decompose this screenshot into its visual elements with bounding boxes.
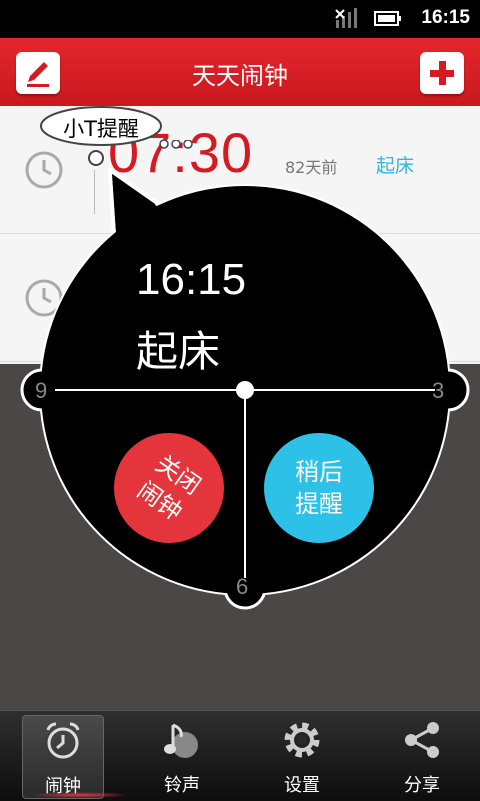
- tab-share-label: 分享: [404, 775, 440, 796]
- dial-number-9: 9: [35, 378, 48, 403]
- tab-share[interactable]: 分享: [382, 715, 462, 797]
- tab-ringtone[interactable]: 铃声: [142, 715, 222, 797]
- dial-number-3: 3: [432, 378, 445, 403]
- close-alarm-button[interactable]: 关闭 闹钟: [114, 433, 224, 543]
- tab-settings[interactable]: 设置: [262, 715, 342, 797]
- bubble-text: 小T提醒: [63, 117, 139, 141]
- tab-ringtone-label: 铃声: [164, 775, 200, 796]
- dial-number-6: 6: [236, 574, 249, 599]
- popup-time: 16:15: [136, 255, 247, 304]
- snooze-label: 稍后 提醒: [295, 458, 343, 518]
- tab-bar: 闹钟 铃声 设置 分享: [0, 710, 480, 801]
- close-alarm-label: 关闭 闹钟: [132, 449, 206, 527]
- share-icon: [405, 722, 439, 758]
- bubble-dots: [88, 140, 193, 166]
- tab-settings-label: 设置: [284, 775, 320, 796]
- alarm-clock-icon: [46, 722, 80, 759]
- popup-label: 起床: [136, 327, 221, 376]
- gear-icon: [284, 722, 320, 758]
- snooze-button[interactable]: 稍后 提醒: [264, 433, 374, 543]
- active-tab-glow: [30, 792, 130, 798]
- tab-alarm[interactable]: 闹钟: [22, 715, 104, 799]
- music-note-icon: [164, 723, 198, 758]
